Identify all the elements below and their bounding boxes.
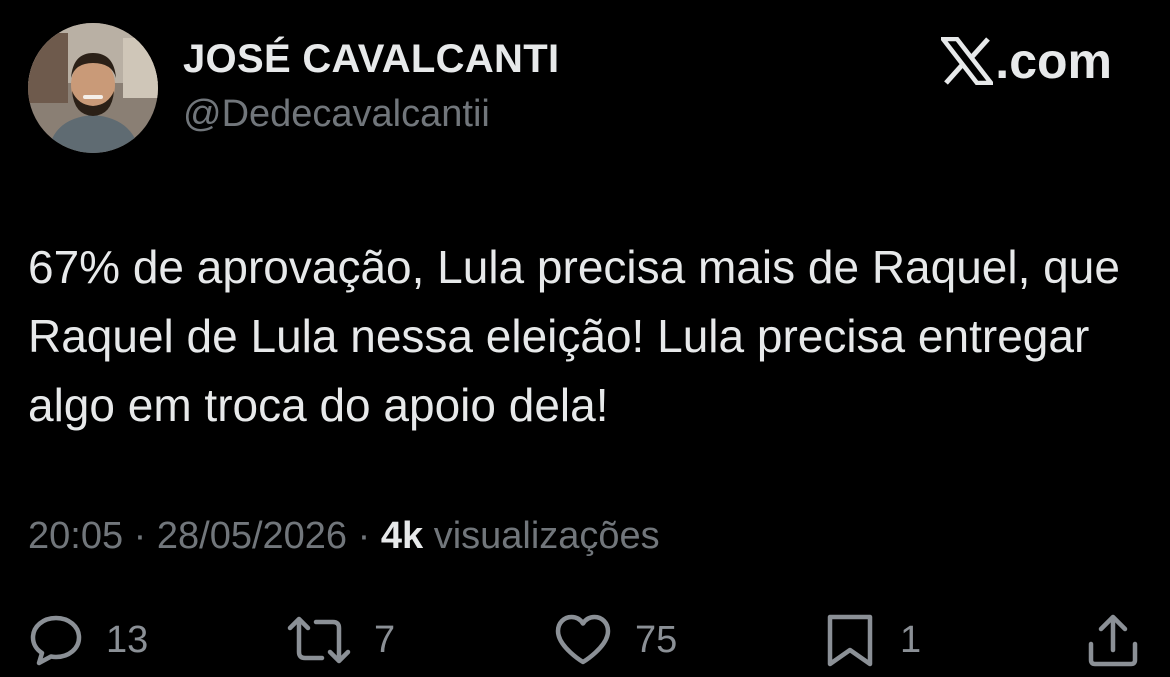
bookmark-count: 1 <box>900 618 922 661</box>
views-count: 4k <box>380 515 424 557</box>
retweet-button[interactable]: 7 <box>286 610 395 670</box>
retweet-count: 7 <box>374 618 396 661</box>
x-logo-icon <box>941 37 994 85</box>
meta-separator: · <box>133 515 147 557</box>
tweet-date[interactable]: 28/05/2026 <box>157 515 347 557</box>
heart-icon <box>553 612 613 668</box>
author-name[interactable]: JOSÉ CAVALCANTI <box>183 37 559 82</box>
like-button[interactable]: 75 <box>553 610 677 670</box>
tweet-card: JOSÉ CAVALCANTI @Dedecavalcantii .com 67… <box>0 0 1170 677</box>
author-handle[interactable]: @Dedecavalcantii <box>183 93 490 136</box>
avatar[interactable] <box>28 23 158 153</box>
tweet-text: 67% de aprovação, Lula precisa mais de R… <box>28 241 1120 431</box>
tweet-meta: 20:05 · 28/05/2026 · 4k visualizações <box>28 515 660 558</box>
retweet-icon <box>286 612 352 668</box>
share-icon <box>1085 612 1141 668</box>
like-count: 75 <box>635 618 678 661</box>
reply-button[interactable]: 13 <box>28 610 148 670</box>
avatar-photo <box>28 23 158 153</box>
reply-icon <box>28 612 84 668</box>
brand-logo: .com <box>941 33 1112 89</box>
bookmark-button[interactable]: 1 <box>822 610 921 670</box>
tweet-time[interactable]: 20:05 <box>28 515 123 557</box>
share-button[interactable] <box>1085 610 1141 670</box>
bookmark-icon <box>822 612 878 668</box>
meta-separator: · <box>357 515 371 557</box>
action-bar: 13 7 75 1 <box>0 610 1170 670</box>
brand-domain: .com <box>995 33 1112 89</box>
reply-count: 13 <box>106 618 149 661</box>
views-label: visualizações <box>433 515 660 557</box>
